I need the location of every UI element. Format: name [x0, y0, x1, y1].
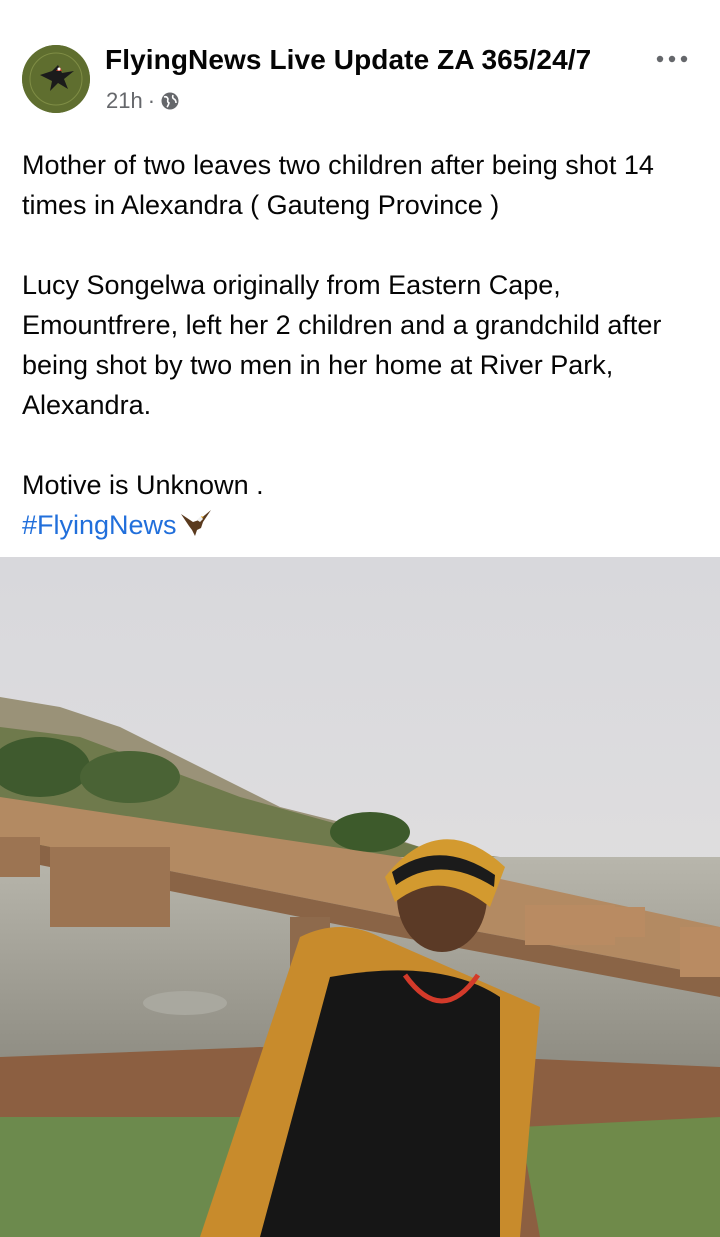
- more-options-button[interactable]: [650, 46, 694, 72]
- post-photo-image: [0, 557, 720, 1237]
- page-avatar[interactable]: [22, 45, 90, 113]
- hashtag-link[interactable]: #FlyingNews: [22, 510, 177, 540]
- post-meta: 21h ·: [106, 88, 180, 114]
- more-options-icon: [656, 55, 688, 63]
- eagle-logo-icon: [22, 45, 90, 113]
- post-paragraph-3: Motive is Unknown .: [22, 470, 264, 500]
- post-photo[interactable]: [0, 557, 720, 1237]
- post-body: Mother of two leaves two children after …: [22, 145, 702, 545]
- post-paragraph-1: Mother of two leaves two children after …: [22, 150, 654, 220]
- meta-separator: ·: [147, 88, 156, 113]
- globe-icon[interactable]: [160, 91, 180, 111]
- hashtag-line: #FlyingNews: [22, 505, 702, 545]
- post-header: FlyingNews Live Update ZA 365/24/7 21h ·: [0, 0, 720, 130]
- post-paragraph-2: Lucy Songelwa originally from Eastern Ca…: [22, 270, 662, 420]
- eagle-icon: [180, 510, 211, 536]
- page-name[interactable]: FlyingNews Live Update ZA 365/24/7: [105, 44, 591, 76]
- post-timestamp[interactable]: 21h: [106, 88, 143, 114]
